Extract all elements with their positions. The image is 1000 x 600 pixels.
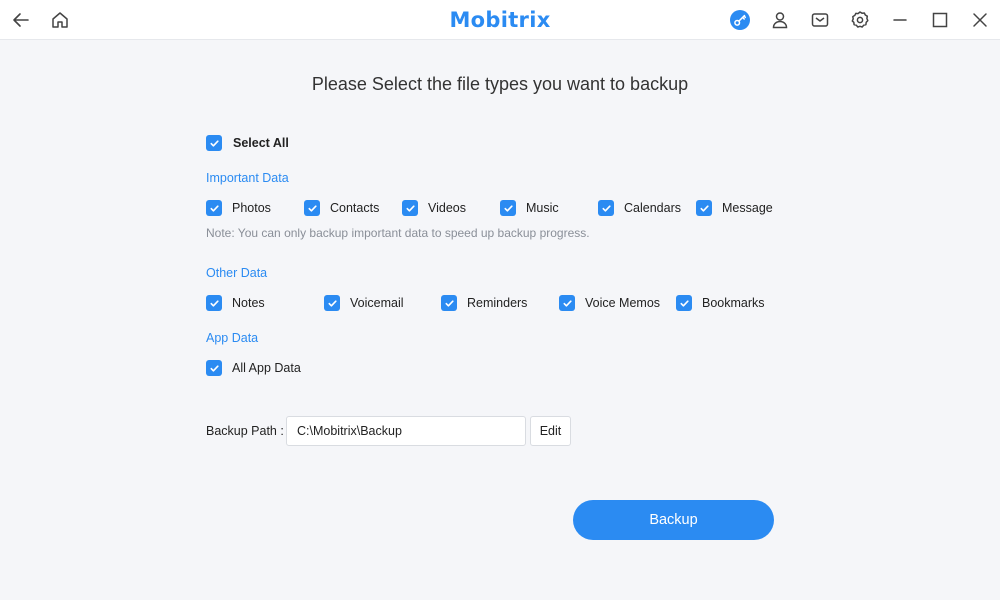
maximize-icon[interactable] bbox=[928, 8, 952, 32]
close-icon[interactable] bbox=[968, 8, 992, 32]
mail-icon[interactable] bbox=[808, 8, 832, 32]
message-checkbox[interactable]: Message bbox=[696, 199, 773, 217]
message-label: Message bbox=[722, 201, 773, 215]
select-all-label: Select All bbox=[233, 136, 289, 150]
bookmarks-label: Bookmarks bbox=[702, 296, 765, 310]
minimize-icon[interactable] bbox=[888, 8, 912, 32]
music-checkbox[interactable]: Music bbox=[500, 199, 559, 217]
reminders-checkbox[interactable]: Reminders bbox=[441, 294, 527, 312]
calendars-checkbox[interactable]: Calendars bbox=[598, 199, 681, 217]
all-app-data-label: All App Data bbox=[232, 361, 301, 375]
reminders-label: Reminders bbox=[467, 296, 528, 310]
checkbox-checked-icon[interactable] bbox=[500, 200, 516, 216]
videos-label: Videos bbox=[428, 201, 466, 215]
select-all-checkbox[interactable]: Select All bbox=[206, 134, 289, 152]
checkbox-checked-icon[interactable] bbox=[696, 200, 712, 216]
checkbox-checked-icon[interactable] bbox=[206, 135, 222, 151]
key-icon[interactable] bbox=[728, 8, 752, 32]
voicemail-label: Voicemail bbox=[350, 296, 404, 310]
photos-checkbox[interactable]: Photos bbox=[206, 199, 271, 217]
notes-checkbox[interactable]: Notes bbox=[206, 294, 265, 312]
page-title: Please Select the file types you want to… bbox=[311, 74, 689, 94]
voicemail-checkbox[interactable]: Voicemail bbox=[324, 294, 404, 312]
bookmarks-checkbox[interactable]: Bookmarks bbox=[676, 294, 765, 312]
important-data-title: Important Data bbox=[206, 171, 289, 185]
gear-icon[interactable] bbox=[848, 8, 872, 32]
contacts-checkbox[interactable]: Contacts bbox=[304, 199, 379, 217]
checkbox-checked-icon[interactable] bbox=[676, 295, 692, 311]
backup-button[interactable]: Backup bbox=[573, 500, 774, 540]
checkbox-checked-icon[interactable] bbox=[206, 200, 222, 216]
backup-path-input[interactable] bbox=[286, 416, 526, 446]
user-icon[interactable] bbox=[768, 8, 792, 32]
edit-path-button[interactable]: Edit bbox=[530, 416, 571, 446]
checkbox-checked-icon[interactable] bbox=[559, 295, 575, 311]
voice-memos-label: Voice Memos bbox=[585, 296, 661, 310]
checkbox-checked-icon[interactable] bbox=[324, 295, 340, 311]
music-label: Music bbox=[526, 201, 559, 215]
notes-label: Notes bbox=[232, 296, 265, 310]
checkbox-checked-icon[interactable] bbox=[206, 295, 222, 311]
app-data-title: App Data bbox=[206, 331, 259, 345]
contacts-label: Contacts bbox=[330, 201, 380, 215]
voice-memos-checkbox[interactable]: Voice Memos bbox=[559, 294, 660, 312]
all-app-data-checkbox[interactable]: All App Data bbox=[206, 359, 301, 377]
checkbox-checked-icon[interactable] bbox=[206, 360, 222, 376]
other-data-title: Other Data bbox=[206, 266, 268, 280]
title-bar: Mobitrix bbox=[0, 0, 1000, 40]
checkbox-checked-icon[interactable] bbox=[598, 200, 614, 216]
videos-checkbox[interactable]: Videos bbox=[402, 199, 466, 217]
calendars-label: Calendars bbox=[624, 201, 681, 215]
important-data-note: Note: You can only backup important data… bbox=[206, 226, 590, 240]
checkbox-checked-icon[interactable] bbox=[304, 200, 320, 216]
photos-label: Photos bbox=[232, 201, 271, 215]
checkbox-checked-icon[interactable] bbox=[441, 295, 457, 311]
backup-path-label: Backup Path : bbox=[206, 424, 284, 438]
checkbox-checked-icon[interactable] bbox=[402, 200, 418, 216]
